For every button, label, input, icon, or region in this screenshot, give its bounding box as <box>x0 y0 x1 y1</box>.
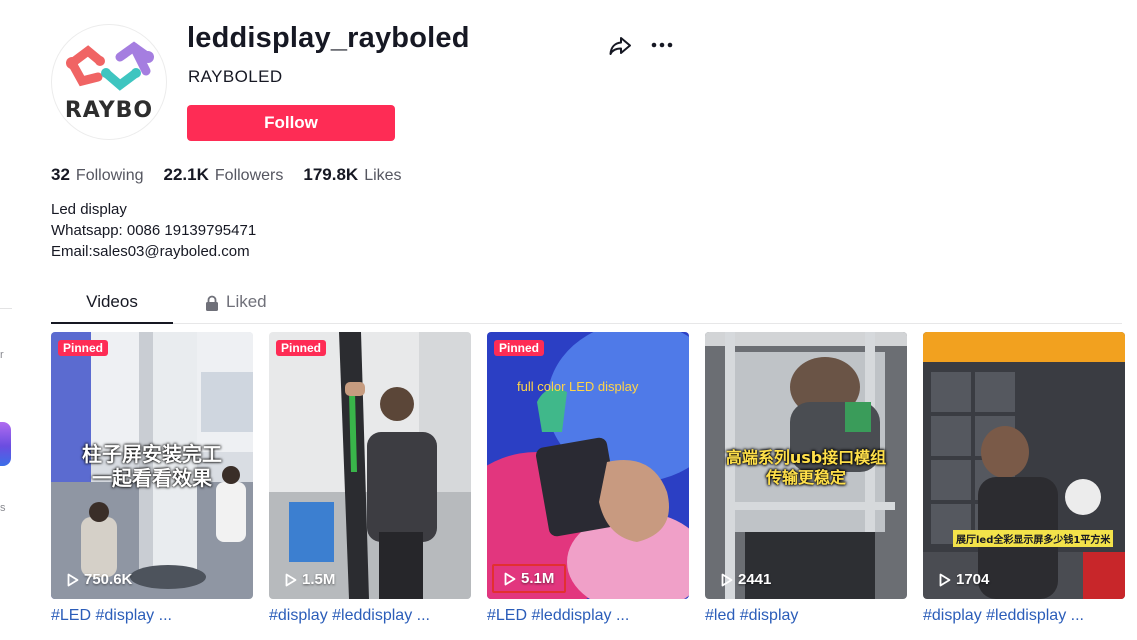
brand-logo-icon <box>66 41 154 91</box>
share-icon[interactable] <box>607 33 633 59</box>
overlay-line: 柱子屏安装完工 <box>82 442 222 466</box>
view-count-value: 2441 <box>738 571 772 588</box>
stat-value: 179.8K <box>303 165 359 184</box>
follow-button[interactable]: Follow <box>187 105 395 141</box>
stat-following[interactable]: 32 Following <box>51 165 144 185</box>
stat-label: Likes <box>364 167 402 184</box>
video-overlay-text: 展厅led全彩显示屏多少钱1平方米 <box>953 530 1114 547</box>
sidebar-fragment-text: s <box>0 502 6 514</box>
video-caption[interactable]: #LED #display ... <box>51 607 253 625</box>
tab-liked[interactable]: Liked <box>205 292 267 324</box>
play-icon <box>67 573 79 586</box>
stat-label: Following <box>75 167 144 184</box>
video-card[interactable]: full color LED display Pinned 5.1M #LED … <box>487 332 689 625</box>
more-options-icon[interactable] <box>650 32 676 58</box>
stat-label: Followers <box>214 167 284 184</box>
video-caption[interactable]: #LED #leddisplay ... <box>487 607 689 625</box>
avatar[interactable]: RAYBO <box>51 24 167 140</box>
video-grid: 柱子屏安装完工 一起看看效果 Pinned 750.6K #LED #displ… <box>51 332 1125 625</box>
video-card[interactable]: Pinned 1.5M #display #leddisplay ... <box>269 332 471 625</box>
avatar-brand-text: RAYBO <box>64 98 154 123</box>
video-overlay-text: full color LED display <box>517 379 639 394</box>
view-count: 5.1M <box>492 564 567 593</box>
sidebar-fragment-text: r <box>0 349 4 361</box>
profile-stats: 32 Following 22.1K Followers 179.8K Likes <box>51 165 402 185</box>
profile-bio: Led display Whatsapp: 0086 19139795471 E… <box>51 199 256 262</box>
view-count-value: 1.5M <box>302 571 336 588</box>
stat-value: 32 <box>51 165 70 184</box>
video-card[interactable]: 柱子屏安装完工 一起看看效果 Pinned 750.6K #LED #displ… <box>51 332 253 625</box>
sidebar-divider <box>0 308 12 309</box>
overlay-line: 传输更稳定 <box>765 468 846 487</box>
view-count: 2441 <box>721 571 771 588</box>
video-thumbnail[interactable]: full color LED display Pinned 5.1M <box>487 332 689 599</box>
view-count-value: 1704 <box>956 571 990 588</box>
video-card[interactable]: 高端系列usb接口模组 传输更稳定 2441 #led #display <box>705 332 907 625</box>
video-scene-image <box>923 332 1125 599</box>
video-scene-image <box>487 332 689 599</box>
pinned-badge: Pinned <box>494 340 545 356</box>
sidebar-app-icon[interactable] <box>0 422 11 466</box>
view-count: 1.5M <box>285 571 335 588</box>
video-caption[interactable]: #led #display <box>705 607 907 625</box>
view-count-value: 5.1M <box>521 570 555 587</box>
lock-icon <box>206 295 218 311</box>
video-thumbnail[interactable]: 柱子屏安装完工 一起看看效果 Pinned 750.6K <box>51 332 253 599</box>
video-caption[interactable]: #display #leddisplay ... <box>923 607 1125 625</box>
overlay-line: 高端系列usb接口模组 <box>725 448 887 467</box>
bio-line: Whatsapp: 0086 19139795471 <box>51 222 257 239</box>
pinned-badge: Pinned <box>276 340 327 356</box>
video-caption[interactable]: #display #leddisplay ... <box>269 607 471 625</box>
video-thumbnail[interactable]: 高端系列usb接口模组 传输更稳定 2441 <box>705 332 907 599</box>
tab-videos[interactable]: Videos <box>51 292 173 324</box>
stat-likes: 179.8K Likes <box>303 165 401 185</box>
video-thumbnail[interactable]: Pinned 1.5M <box>269 332 471 599</box>
stat-value: 22.1K <box>163 165 209 184</box>
view-count-value: 750.6K <box>84 571 133 588</box>
video-overlay-text: 高端系列usb接口模组 传输更稳定 <box>705 448 907 488</box>
bio-line: Email:sales03@rayboled.com <box>51 243 250 260</box>
play-icon <box>721 573 733 586</box>
video-overlay-text: 柱子屏安装完工 一起看看效果 <box>51 442 253 490</box>
play-icon <box>285 573 297 586</box>
video-scene-image <box>269 332 471 599</box>
play-icon <box>939 573 951 586</box>
overlay-line: 一起看看效果 <box>92 466 212 490</box>
view-count: 1704 <box>939 571 989 588</box>
video-card[interactable]: 展厅led全彩显示屏多少钱1平方米 1704 #display #leddisp… <box>923 332 1125 625</box>
view-count: 750.6K <box>67 571 132 588</box>
stat-followers[interactable]: 22.1K Followers <box>164 165 284 185</box>
profile-nickname: RAYBOLED <box>188 67 283 86</box>
pinned-badge: Pinned <box>58 340 109 356</box>
bio-line: Led display <box>51 201 127 218</box>
profile-username: leddisplay_rayboled <box>187 22 470 54</box>
tab-liked-label: Liked <box>226 292 267 311</box>
video-thumbnail[interactable]: 展厅led全彩显示屏多少钱1平方米 1704 <box>923 332 1125 599</box>
play-icon <box>504 572 516 585</box>
profile-tabs: Videos Liked <box>51 288 1122 324</box>
